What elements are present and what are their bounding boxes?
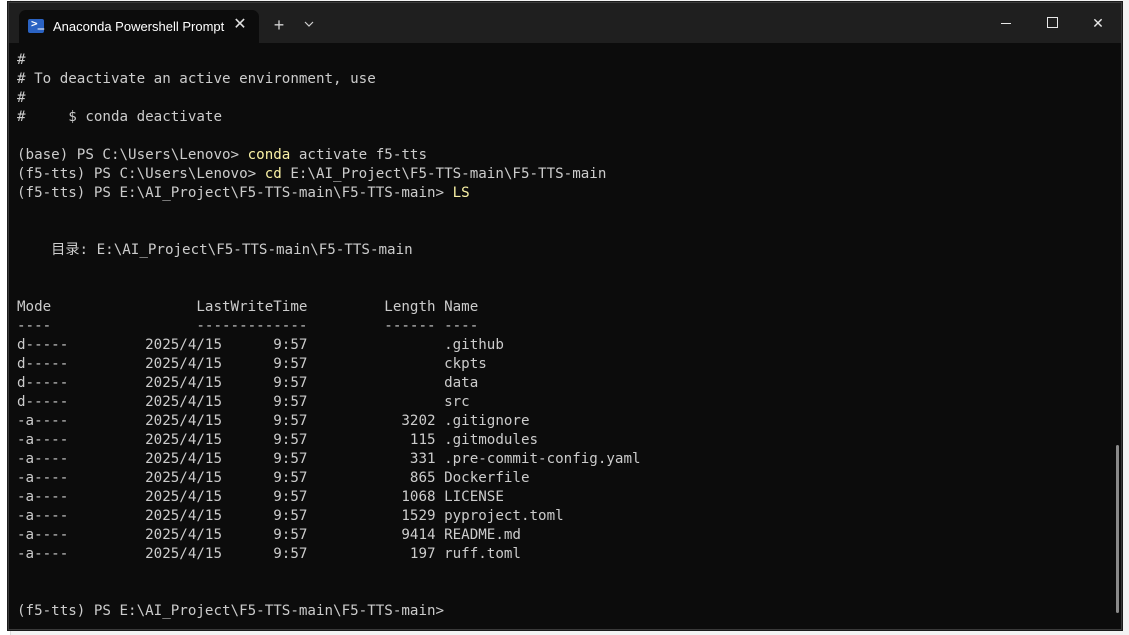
terminal-line: d----- 2025/4/15 9:57 .github bbox=[17, 336, 1107, 355]
terminal-line: -a---- 2025/4/15 9:57 1068 LICENSE bbox=[17, 488, 1107, 507]
terminal-line: -a---- 2025/4/15 9:57 865 Dockerfile bbox=[17, 469, 1107, 488]
terminal-text: (f5-tts) PS E:\AI_Project\F5-TTS-main\F5… bbox=[17, 185, 453, 201]
terminal-line: # To deactivate an active environment, u… bbox=[17, 70, 1107, 89]
terminal-output[interactable]: # # To deactivate an active environment, … bbox=[17, 51, 1107, 621]
terminal-text: -a---- 2025/4/15 9:57 9414 README.md bbox=[17, 527, 521, 543]
minimize-button[interactable] bbox=[983, 3, 1029, 43]
terminal-line: -a---- 2025/4/15 9:57 9414 README.md bbox=[17, 526, 1107, 545]
terminal-text: (f5-tts) PS E:\AI_Project\F5-TTS-main\F5… bbox=[17, 603, 453, 619]
terminal-line: -a---- 2025/4/15 9:57 197 ruff.toml bbox=[17, 545, 1107, 564]
command-keyword: cd bbox=[264, 166, 282, 182]
terminal-text: Mode LastWriteTime Length Name bbox=[17, 299, 479, 315]
command-keyword: conda bbox=[247, 147, 291, 163]
terminal-text: -a---- 2025/4/15 9:57 1068 LICENSE bbox=[17, 489, 504, 505]
terminal-text: (base) PS C:\Users\Lenovo> bbox=[17, 147, 248, 163]
terminal-text: (f5-tts) PS C:\Users\Lenovo> bbox=[17, 166, 265, 182]
terminal-line: d----- 2025/4/15 9:57 src bbox=[17, 393, 1107, 412]
terminal-text: # bbox=[17, 52, 26, 68]
tab-title: Anaconda Powershell Prompt bbox=[53, 19, 225, 34]
minimize-icon bbox=[1001, 23, 1011, 24]
terminal-window: >_ Anaconda Powershell Prompt ✕ + ✕ # # T… bbox=[8, 2, 1122, 630]
terminal-text: -a---- 2025/4/15 9:57 197 ruff.toml bbox=[17, 546, 521, 562]
terminal-line: d----- 2025/4/15 9:57 ckpts bbox=[17, 355, 1107, 374]
terminal-text: -a---- 2025/4/15 9:57 115 .gitmodules bbox=[17, 432, 539, 448]
terminal-line: (f5-tts) PS E:\AI_Project\F5-TTS-main\F5… bbox=[17, 602, 1107, 621]
terminal-line: (base) PS C:\Users\Lenovo> conda activat… bbox=[17, 146, 1107, 165]
terminal-line: d----- 2025/4/15 9:57 data bbox=[17, 374, 1107, 393]
terminal-text: d----- 2025/4/15 9:57 src bbox=[17, 394, 470, 410]
terminal-line: -a---- 2025/4/15 9:57 1529 pyproject.tom… bbox=[17, 507, 1107, 526]
terminal-line: (f5-tts) PS E:\AI_Project\F5-TTS-main\F5… bbox=[17, 184, 1107, 203]
terminal-line: # bbox=[17, 51, 1107, 70]
maximize-icon bbox=[1047, 17, 1058, 28]
terminal-line: Mode LastWriteTime Length Name bbox=[17, 298, 1107, 317]
terminal-line: -a---- 2025/4/15 9:57 3202 .gitignore bbox=[17, 412, 1107, 431]
terminal-text: # bbox=[17, 90, 26, 106]
terminal-text: d----- 2025/4/15 9:57 data bbox=[17, 375, 479, 391]
terminal-line: 目录: E:\AI_Project\F5-TTS-main\F5-TTS-mai… bbox=[17, 241, 1107, 260]
terminal-text: d----- 2025/4/15 9:57 ckpts bbox=[17, 356, 487, 372]
tab-anaconda-powershell[interactable]: >_ Anaconda Powershell Prompt ✕ bbox=[19, 10, 259, 43]
terminal-text: # To deactivate an active environment, u… bbox=[17, 71, 376, 87]
terminal-line: ---- ------------- ------ ---- bbox=[17, 317, 1107, 336]
terminal-text: activate f5-tts bbox=[290, 147, 428, 163]
terminal-text: -a---- 2025/4/15 9:57 865 Dockerfile bbox=[17, 470, 530, 486]
terminal-text: 目录: E:\AI_Project\F5-TTS-main\F5-TTS-mai… bbox=[17, 242, 413, 258]
terminal-text: # $ conda deactivate bbox=[17, 109, 222, 125]
scrollbar-thumb[interactable] bbox=[1116, 445, 1119, 613]
new-tab-button[interactable]: + bbox=[267, 15, 291, 35]
terminal-text: d----- 2025/4/15 9:57 .github bbox=[17, 337, 504, 353]
terminal-text: -a---- 2025/4/15 9:57 3202 .gitignore bbox=[17, 413, 530, 429]
terminal-text: ---- ------------- ------ ---- bbox=[17, 318, 479, 334]
close-tab-button[interactable]: ✕ bbox=[229, 14, 251, 36]
maximize-button[interactable] bbox=[1029, 3, 1075, 43]
terminal-line: (f5-tts) PS C:\Users\Lenovo> cd E:\AI_Pr… bbox=[17, 165, 1107, 184]
terminal-line: # $ conda deactivate bbox=[17, 108, 1107, 127]
terminal-line: -a---- 2025/4/15 9:57 331 .pre-commit-co… bbox=[17, 450, 1107, 469]
title-bar[interactable]: >_ Anaconda Powershell Prompt ✕ + ✕ bbox=[9, 3, 1121, 43]
command-keyword: LS bbox=[452, 185, 470, 201]
terminal-text: -a---- 2025/4/15 9:57 1529 pyproject.tom… bbox=[17, 508, 564, 524]
terminal-text: E:\AI_Project\F5-TTS-main\F5-TTS-main bbox=[281, 166, 607, 182]
close-window-button[interactable]: ✕ bbox=[1075, 3, 1121, 43]
powershell-icon: >_ bbox=[28, 17, 44, 33]
terminal-line: # bbox=[17, 89, 1107, 108]
tab-dropdown-button[interactable] bbox=[299, 15, 319, 35]
terminal-text: -a---- 2025/4/15 9:57 331 .pre-commit-co… bbox=[17, 451, 641, 467]
terminal-line: -a---- 2025/4/15 9:57 115 .gitmodules bbox=[17, 431, 1107, 450]
chevron-down-icon bbox=[304, 21, 314, 27]
